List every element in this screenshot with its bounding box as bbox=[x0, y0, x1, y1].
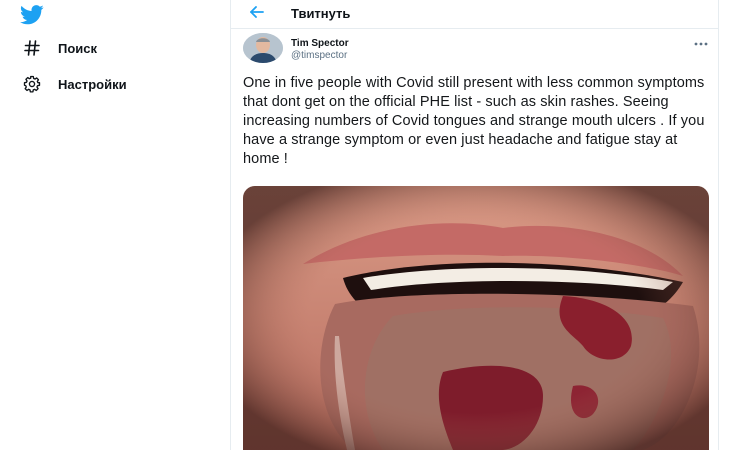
tweet-photo[interactable] bbox=[243, 186, 709, 450]
twitter-logo-icon[interactable] bbox=[20, 5, 44, 25]
author-name[interactable]: Tim Spector bbox=[291, 38, 349, 49]
sidebar-item-label: Поиск bbox=[58, 40, 98, 56]
hashtag-icon bbox=[22, 38, 42, 58]
page-header: Твитнуть bbox=[231, 0, 718, 29]
more-horizontal-icon bbox=[694, 33, 708, 51]
back-button[interactable] bbox=[247, 4, 267, 24]
sidebar-item-settings[interactable]: Настройки bbox=[22, 72, 127, 96]
sidebar-item-label: Настройки bbox=[58, 76, 127, 92]
gear-icon bbox=[22, 74, 42, 94]
page-title: Твитнуть bbox=[291, 6, 351, 21]
tweet-text: One in five people with Covid still pres… bbox=[243, 75, 705, 167]
arrow-left-icon bbox=[249, 5, 265, 24]
more-options-button[interactable] bbox=[693, 36, 709, 48]
avatar[interactable] bbox=[243, 33, 283, 63]
sidebar-item-search[interactable]: Поиск bbox=[22, 36, 97, 60]
sidebar: Поиск Настройки bbox=[0, 0, 230, 450]
main-column: Твитнуть Tim Spector @timspector One in … bbox=[230, 0, 719, 450]
author-handle[interactable]: @timspector bbox=[291, 50, 347, 61]
